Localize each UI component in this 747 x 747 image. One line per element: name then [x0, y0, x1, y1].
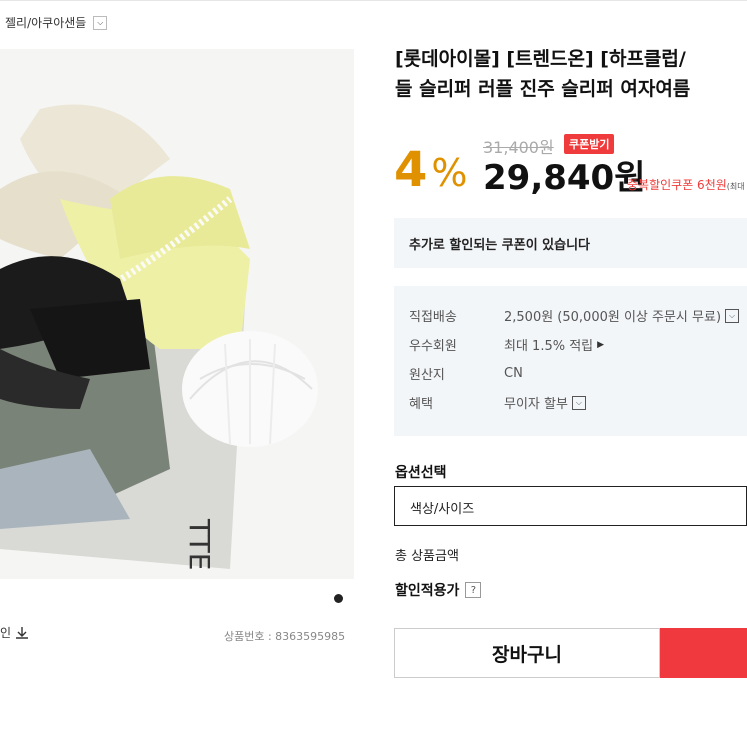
option-select[interactable]: 색상/사이즈: [394, 486, 747, 526]
product-image[interactable]: TTE: [0, 49, 354, 579]
help-icon[interactable]: ?: [465, 582, 482, 598]
origin-row: 원산지 CN: [409, 364, 523, 383]
chevron-down-icon[interactable]: ⌵: [725, 308, 740, 323]
coupon-button[interactable]: 쿠폰받기: [564, 134, 615, 154]
shipping-value-wrap: 2,500원 (50,000원 이상 주문시 무료) ⌵: [504, 306, 740, 325]
discount-applied-label: 할인적용가: [395, 583, 460, 599]
benefit-value-wrap[interactable]: 무이자 할부 ⌵: [504, 393, 586, 412]
coupon-notice-text[interactable]: 추가로 할인되는 쿠폰이 있습니다: [409, 234, 590, 253]
shipping-value: 2,500원 (50,000원 이상 주문시 무료): [504, 310, 722, 325]
chevron-down-icon[interactable]: ⌵: [571, 395, 586, 410]
original-price: 31,400원: [483, 138, 554, 157]
discount-value: 4: [394, 142, 428, 198]
shipping-row: 직접배송 2,500원 (50,000원 이상 주문시 무료) ⌵: [409, 306, 740, 325]
sandals-illustration: TTE: [0, 49, 354, 579]
total-label: 총 상품금액: [395, 549, 459, 564]
option-select-value[interactable]: 색상/사이즈: [410, 498, 474, 517]
duplicate-coupon-text[interactable]: 중복할인쿠폰 6천원(최대: [627, 176, 745, 193]
member-value-wrap[interactable]: 최대 1.5% 적립 ▶: [504, 335, 604, 354]
percent-symbol: %: [431, 151, 468, 195]
sale-price: 29,840원: [483, 158, 646, 198]
option-label: 옵션선택: [395, 465, 447, 481]
member-row: 우수회원 최대 1.5% 적립 ▶: [409, 335, 604, 354]
benefit-label: 혜택: [409, 397, 433, 412]
buy-button[interactable]: [660, 628, 747, 678]
product-info-panel: 직접배송 2,500원 (50,000원 이상 주문시 무료) ⌵ 우수회원 최…: [394, 286, 747, 436]
member-label: 우수회원: [409, 339, 457, 354]
origin-label: 원산지: [409, 368, 445, 383]
download-link[interactable]: 인: [0, 624, 29, 641]
benefit-value[interactable]: 무이자 할부: [504, 393, 568, 412]
top-divider: [0, 0, 747, 1]
origin-value: CN: [504, 366, 523, 381]
title-line-2: 들 슬리퍼 러플 진주 슬리퍼 여자여름: [395, 78, 691, 100]
svg-text:TTE: TTE: [183, 518, 216, 570]
product-number: 상품번호 : 8363595985: [224, 630, 346, 643]
download-icon[interactable]: [15, 626, 29, 640]
title-line-1: [롯데아이몰] [트렌드온] [하프클럽/: [395, 48, 686, 70]
caret-right-icon[interactable]: ▶: [597, 340, 604, 350]
breadcrumb-label[interactable]: 젤리/아쿠아샌들: [5, 14, 86, 31]
breadcrumb[interactable]: 젤리/아쿠아샌들 ⌵: [5, 14, 108, 31]
chevron-down-icon[interactable]: ⌵: [93, 15, 108, 30]
duplicate-coupon-tail: (최대: [726, 182, 745, 191]
member-value[interactable]: 최대 1.5% 적립: [504, 335, 593, 354]
download-label[interactable]: 인: [0, 624, 11, 641]
shipping-label: 직접배송: [409, 310, 457, 325]
cart-button[interactable]: 장바구니: [394, 628, 660, 678]
carousel-dot[interactable]: [334, 594, 343, 603]
discount-applied: 할인적용가 ?: [395, 580, 482, 600]
duplicate-coupon-label[interactable]: 중복할인쿠폰 6천원: [627, 178, 727, 192]
discount-rate: 4%: [394, 140, 468, 203]
benefit-row: 혜택 무이자 할부 ⌵: [409, 393, 586, 412]
coupon-notice-bar[interactable]: 추가로 할인되는 쿠폰이 있습니다: [394, 218, 747, 268]
product-title: [롯데아이몰] [트렌드온] [하프클럽/ 들 슬리퍼 러플 진주 슬리퍼 여자…: [395, 44, 747, 104]
